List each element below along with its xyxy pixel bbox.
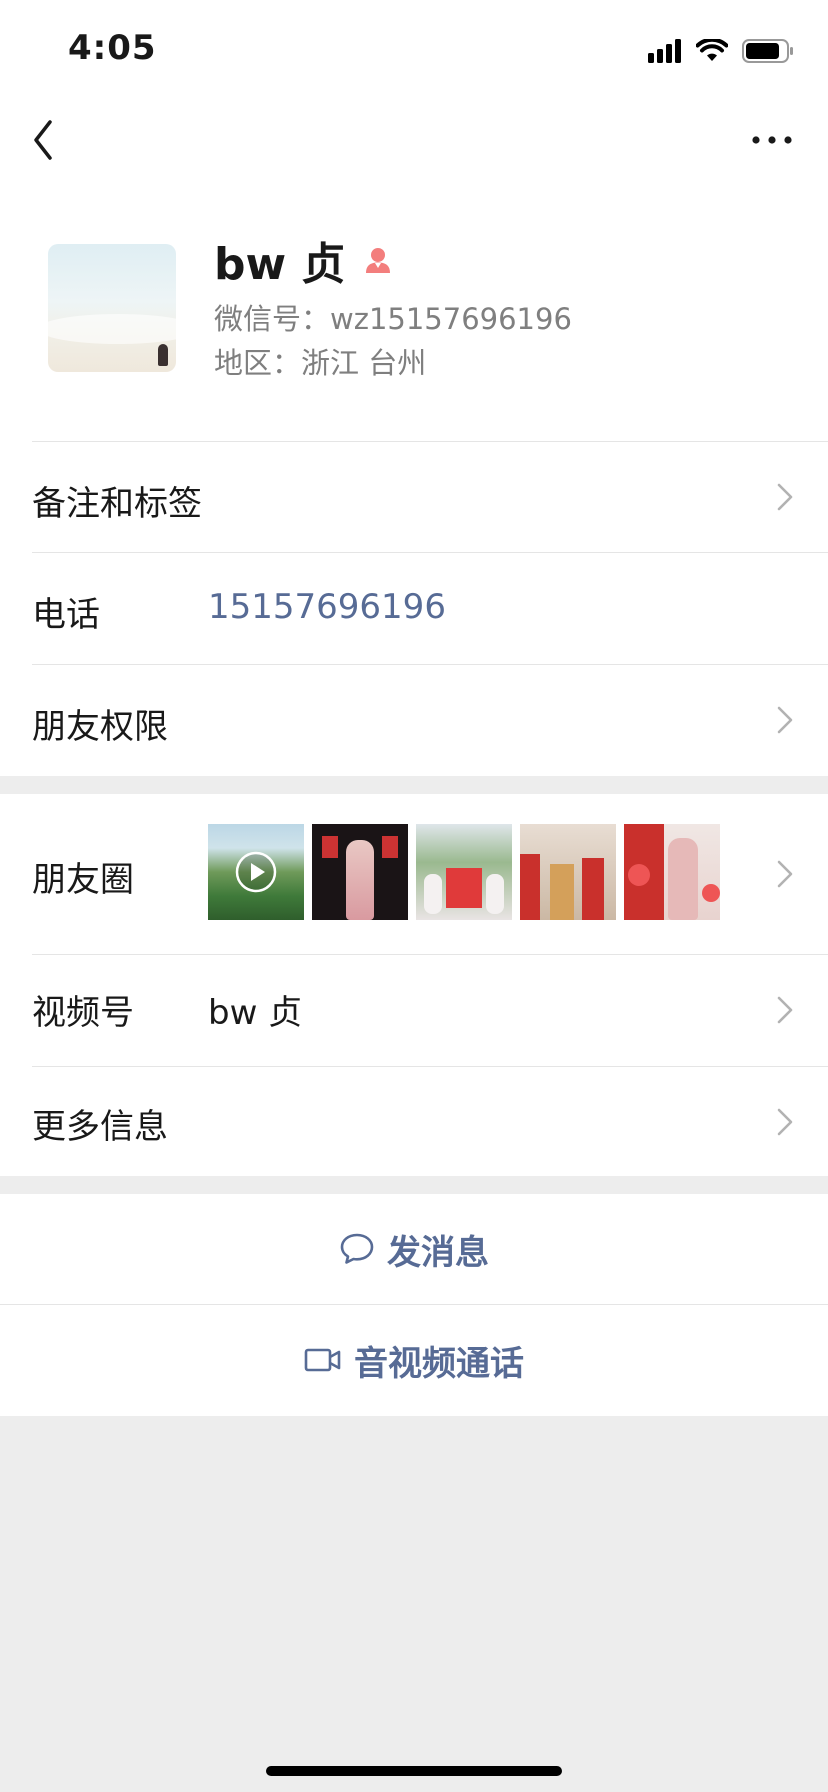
more-info-label: 更多信息	[32, 1107, 168, 1147]
moment-thumbnail	[416, 824, 512, 920]
moment-thumbnail	[624, 824, 720, 920]
play-icon	[235, 851, 277, 893]
avatar-shore	[48, 314, 176, 344]
moment-thumbnail	[312, 824, 408, 920]
status-time: 4:05	[68, 28, 157, 68]
signal-icon	[648, 39, 681, 63]
avatar[interactable]	[48, 244, 176, 372]
channels-value: bw 贞	[208, 993, 303, 1033]
remarks-label: 备注和标签	[32, 484, 202, 524]
send-message-label: 发消息	[387, 1232, 489, 1273]
chat-bubble-icon	[340, 1233, 374, 1264]
moments-label: 朋友圈	[32, 860, 134, 900]
home-indicator	[266, 1766, 562, 1776]
more-info-row[interactable]: 更多信息	[0, 1067, 828, 1176]
chevron-right-icon	[777, 706, 793, 734]
profile-header: bw 贞 微信号：wz15157696196 地区：浙江 台州	[0, 180, 828, 442]
status-icons	[648, 36, 794, 66]
chevron-left-icon[interactable]	[26, 114, 66, 166]
profile-name: bw 贞	[214, 239, 346, 290]
chevron-right-icon	[777, 996, 793, 1024]
section-gap	[0, 1176, 828, 1194]
send-message-button[interactable]: 发消息	[0, 1194, 828, 1304]
avatar-figure	[158, 344, 168, 366]
friend-permissions-row[interactable]: 朋友权限	[0, 665, 828, 776]
moments-row[interactable]: 朋友圈	[0, 794, 828, 954]
status-bar: 4:05	[0, 0, 828, 100]
navigation-bar	[0, 100, 828, 180]
video-call-label: 音视频通话	[354, 1343, 524, 1384]
phone-label: 电话	[32, 595, 100, 635]
remarks-row[interactable]: 备注和标签	[0, 442, 828, 552]
friend-permissions-label: 朋友权限	[32, 707, 168, 747]
video-call-button[interactable]: 音视频通话	[0, 1305, 828, 1415]
chevron-right-icon	[777, 860, 793, 888]
moments-thumbnails	[208, 824, 720, 920]
battery-icon	[742, 39, 793, 63]
section-gap	[0, 776, 828, 794]
chevron-right-icon	[777, 483, 793, 511]
channels-row[interactable]: 视频号 bw 贞	[0, 955, 828, 1066]
moment-thumbnail	[208, 824, 304, 920]
wifi-icon	[696, 39, 728, 61]
region: 地区：浙江 台州	[214, 346, 427, 380]
more-dots-icon[interactable]	[748, 122, 796, 158]
channels-label: 视频号	[32, 993, 134, 1033]
name-row: bw 贞	[214, 232, 393, 290]
phone-number[interactable]: 15157696196	[208, 587, 446, 627]
wechat-id: 微信号：wz15157696196	[214, 302, 572, 336]
chevron-right-icon	[777, 1108, 793, 1136]
female-icon	[366, 248, 391, 273]
phone-row: 电话 15157696196	[0, 553, 828, 664]
moment-thumbnail	[520, 824, 616, 920]
video-camera-icon	[304, 1348, 341, 1372]
